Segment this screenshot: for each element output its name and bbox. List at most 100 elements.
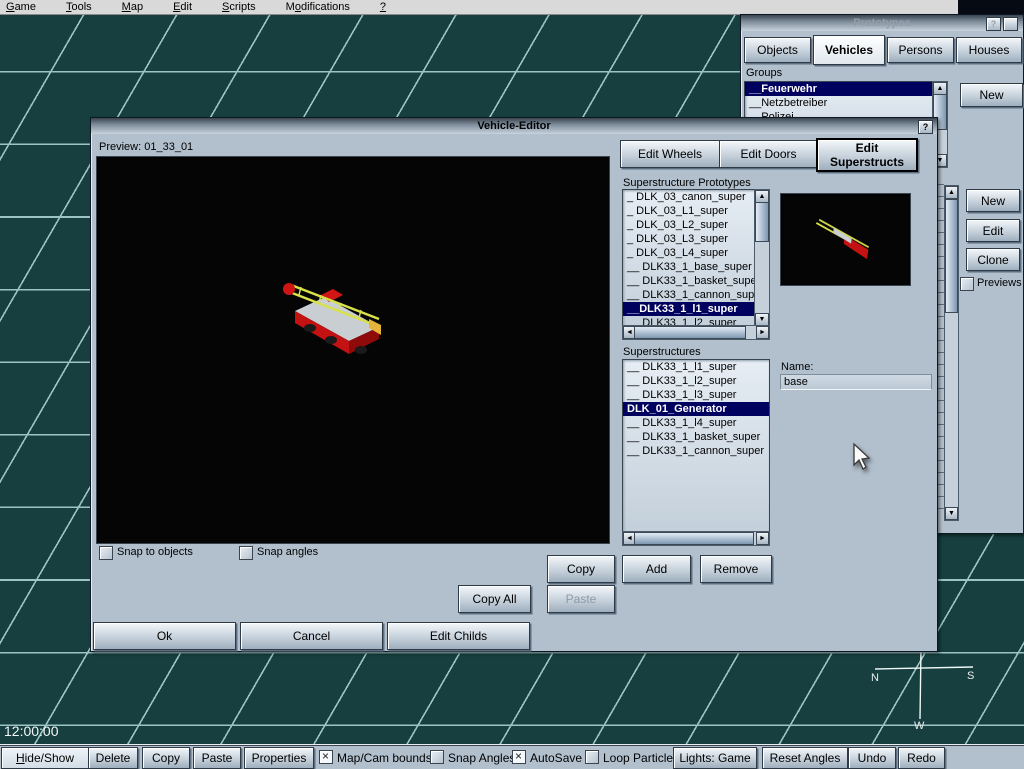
cancel-button[interactable]: Cancel — [240, 622, 383, 650]
superstructure-model — [797, 206, 899, 279]
edit-prototype-button[interactable]: Edit — [966, 219, 1020, 242]
properties-button[interactable]: Properties — [244, 747, 314, 769]
copy-all-button[interactable]: Copy All — [458, 585, 531, 613]
edit-childs-button[interactable]: Edit Childs — [387, 622, 530, 650]
clone-prototype-button[interactable]: Clone — [966, 248, 1020, 271]
tab-persons[interactable]: Persons — [887, 37, 954, 63]
list-item[interactable]: _ DLK_03_L2_super — [623, 218, 755, 232]
copy-button[interactable]: Copy — [547, 555, 615, 583]
edit-superstructs-button[interactable]: Edit Superstructs — [816, 138, 918, 172]
list-item[interactable]: _ DLK_03_L1_super — [623, 204, 755, 218]
list-item[interactable]: __Netzbetreiber — [745, 96, 933, 110]
menu-item-tools[interactable]: Tools — [66, 1, 92, 13]
snap-angles-label: Snap Angles — [448, 751, 515, 765]
scroll-thumb[interactable] — [755, 202, 769, 242]
fire-truck-model — [277, 265, 412, 365]
list-item[interactable]: __ DLK33_1_basket_super — [623, 274, 755, 288]
prototypes-scrollbar[interactable]: ▲ ▼ — [944, 185, 959, 521]
snap-angles-checkbox[interactable] — [430, 750, 444, 764]
vehicle-editor-titlebar[interactable]: Vehicle-Editor ? — [91, 118, 937, 134]
list-item[interactable]: __Feuerwehr — [745, 82, 933, 96]
add-button[interactable]: Add — [622, 555, 691, 583]
list-item[interactable]: __DLK33_1_l1_super — [623, 302, 755, 316]
menu-item-help[interactable]: ? — [380, 1, 386, 13]
help-icon[interactable]: ? — [986, 17, 1001, 31]
list-item[interactable]: DLK_01_Generator — [623, 402, 769, 416]
list-item[interactable]: __ DLK33_1_l2_super — [623, 374, 769, 388]
scroll-right-icon[interactable]: ► — [756, 532, 769, 545]
menubar-dark-corner — [958, 0, 1024, 15]
close-icon[interactable] — [1003, 17, 1018, 31]
list-item[interactable]: __ DLK33_1_basket_super — [623, 430, 769, 444]
list-item[interactable]: _ DLK_03_canon_super — [623, 190, 755, 204]
map-cam-bounds-checkbox[interactable] — [319, 750, 333, 764]
compass-w: W — [914, 720, 925, 730]
prototypes-titlebar[interactable]: Prototypes ? — [741, 15, 1023, 31]
remove-button[interactable]: Remove — [700, 555, 772, 583]
scroll-thumb[interactable] — [634, 532, 754, 545]
name-input[interactable] — [780, 374, 932, 390]
tab-vehicles[interactable]: Vehicles — [813, 35, 885, 65]
vehicle-preview-canvas[interactable] — [96, 156, 610, 544]
menu-item-game[interactable]: Game — [6, 1, 36, 13]
game-clock: 12:00:00 — [4, 723, 59, 739]
list-item[interactable]: __ DLK33_1_cannon_super — [623, 288, 755, 302]
help-icon[interactable]: ? — [918, 120, 933, 134]
autosave-label: AutoSave — [530, 751, 582, 765]
compass-s: S — [967, 670, 974, 682]
list-item[interactable]: __ DLK33_1_l3_super — [623, 388, 769, 402]
compass: N S W — [863, 645, 981, 730]
redo-button[interactable]: Redo — [898, 747, 945, 769]
list-item[interactable]: _ DLK_03_L4_super — [623, 246, 755, 260]
prototypes-list-scrollbar[interactable]: ▲ ▼ — [754, 189, 770, 327]
vehicle-editor-dialog: Vehicle-Editor ? Preview: 01_33_01 Snap … — [90, 117, 938, 652]
autosave-checkbox[interactable] — [512, 750, 526, 764]
superstructure-prototypes-list[interactable]: _ DLK_03_canon_super_ DLK_03_L1_super_ D… — [622, 189, 756, 327]
superstructure-thumbnail — [780, 193, 911, 286]
prototypes-list-hscrollbar[interactable]: ◄ ► — [622, 325, 770, 340]
superstructures-hscrollbar[interactable]: ◄ ► — [622, 531, 770, 546]
reset-angles-button[interactable]: Reset Angles — [762, 747, 848, 769]
menu-item-modifications[interactable]: Modifications — [286, 1, 350, 13]
list-item[interactable]: _ DLK_03_L3_super — [623, 232, 755, 246]
superstructures-list[interactable]: __ DLK33_1_l1_super__ DLK33_1_l2_super__… — [622, 359, 770, 533]
scroll-right-icon[interactable]: ► — [756, 326, 769, 339]
snap-angles-checkbox[interactable] — [239, 546, 253, 560]
lights-game-button[interactable]: Lights: Game — [673, 747, 757, 769]
previews-checkbox[interactable] — [960, 277, 974, 291]
scroll-thumb[interactable] — [634, 326, 746, 339]
scroll-down-icon[interactable]: ▼ — [945, 507, 958, 520]
undo-button[interactable]: Undo — [848, 747, 896, 769]
vehicle-editor-title: Vehicle-Editor — [477, 120, 550, 132]
loop-particles-checkbox[interactable] — [585, 750, 599, 764]
superstructure-prototypes-label: Superstructure Prototypes — [623, 177, 751, 189]
tab-objects[interactable]: Objects — [744, 37, 811, 63]
ok-button[interactable]: Ok — [93, 622, 236, 650]
list-item[interactable]: __ DLK33_1_l4_super — [623, 416, 769, 430]
paste-button[interactable]: Paste — [193, 747, 241, 769]
new-group-button[interactable]: New — [960, 83, 1023, 107]
prototypes-title: Prototypes — [853, 17, 910, 29]
list-item[interactable]: __ DLK33_1_base_super — [623, 260, 755, 274]
snap-angles-label: Snap angles — [257, 546, 318, 558]
scroll-up-icon[interactable]: ▲ — [945, 186, 958, 199]
new-prototype-button[interactable]: New — [966, 189, 1020, 212]
list-item[interactable]: __ DLK33_1_l1_super — [623, 360, 769, 374]
menu-item-scripts[interactable]: Scripts — [222, 1, 256, 13]
list-item[interactable]: __ DLK33_1_cannon_super — [623, 444, 769, 458]
edit-doors-button[interactable]: Edit Doors — [719, 140, 818, 168]
scroll-thumb[interactable] — [945, 199, 958, 313]
prototype-list-edge — [937, 173, 944, 519]
snap-to-objects-checkbox[interactable] — [99, 546, 113, 560]
menu-item-map[interactable]: Map — [122, 1, 143, 13]
menu-bar: Game Tools Map Edit Scripts Modifications? — [0, 0, 964, 15]
delete-button[interactable]: Delete — [88, 747, 138, 769]
menu-item-edit[interactable]: Edit — [173, 1, 192, 13]
loop-particles-label: Loop Particles — [603, 751, 679, 765]
previews-label: Previews — [977, 277, 1022, 289]
copy-button[interactable]: Copy — [142, 747, 190, 769]
edit-wheels-button[interactable]: Edit Wheels — [620, 140, 720, 168]
hide-show-button[interactable]: Hide/Show — [1, 747, 89, 769]
tab-houses[interactable]: Houses — [956, 37, 1022, 63]
paste-button: Paste — [547, 585, 615, 613]
